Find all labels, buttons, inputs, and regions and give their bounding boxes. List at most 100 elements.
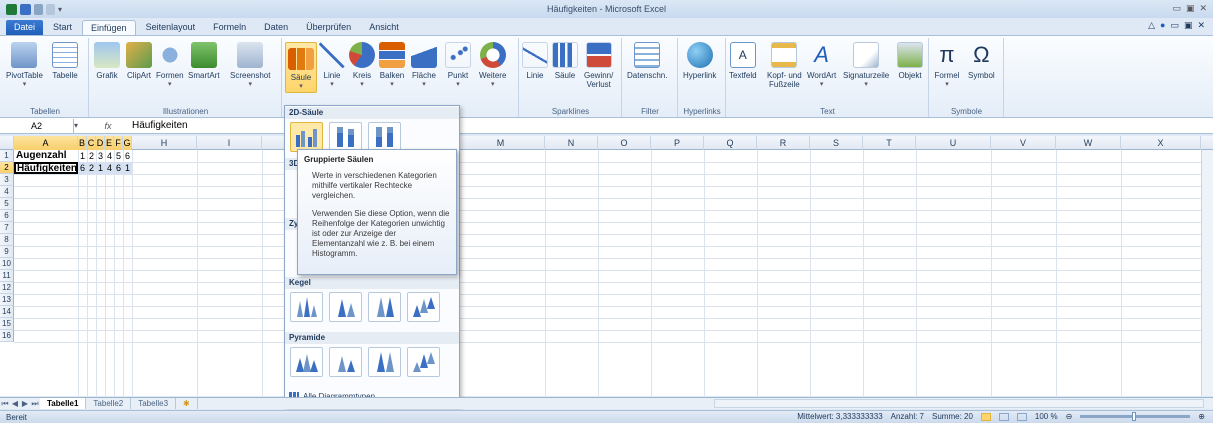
kreis-button[interactable]: Kreis ▾ (349, 42, 375, 89)
row-header-12[interactable]: 12 (0, 282, 14, 294)
cell-e2[interactable]: 4 (105, 162, 114, 174)
pyramid-option-3[interactable] (368, 347, 401, 377)
row-header-6[interactable]: 6 (0, 210, 14, 222)
col-header-n[interactable]: N (545, 136, 598, 150)
formel-button[interactable]: π Formel ▾ (934, 42, 960, 89)
tab-daten[interactable]: Daten (256, 20, 296, 35)
sparkline-gewinn-button[interactable]: Gewinn/ Verlust (584, 42, 613, 89)
objekt-button[interactable]: Objekt (897, 42, 923, 80)
row-header-8[interactable]: 8 (0, 234, 14, 246)
cone-option-4[interactable] (407, 292, 440, 322)
page-break-view-icon[interactable] (1016, 412, 1027, 421)
col-header-t[interactable]: T (863, 136, 916, 150)
namebox-dropdown-icon[interactable]: ▾ (74, 121, 88, 130)
sparkline-linie-button[interactable]: Linie (522, 42, 548, 80)
percent-stacked-column-option[interactable] (368, 122, 401, 152)
row-header-14[interactable]: 14 (0, 306, 14, 318)
linie-button[interactable]: Linie ▾ (319, 42, 345, 89)
clustered-column-option[interactable] (290, 122, 323, 152)
row-header-4[interactable]: 4 (0, 186, 14, 198)
sheet-tab-tabelle3[interactable]: Tabelle3 (131, 398, 177, 409)
col-header-a[interactable]: A (14, 136, 78, 150)
col-header-s[interactable]: S (810, 136, 863, 150)
col-header-b[interactable]: B (78, 136, 87, 150)
prev-sheet-icon[interactable]: ◀ (10, 399, 20, 408)
row-header-13[interactable]: 13 (0, 294, 14, 306)
tab-start[interactable]: Start (45, 20, 80, 35)
cell-f1[interactable]: 5 (114, 150, 123, 162)
tab-ueberpruefen[interactable]: Überprüfen (298, 20, 359, 35)
col-header-q[interactable]: Q (704, 136, 757, 150)
zoom-slider[interactable] (1080, 412, 1191, 421)
cell-a1[interactable]: Augenzahl (16, 150, 78, 162)
minimize-icon[interactable]: ▭ (1172, 3, 1181, 14)
cell-b2[interactable]: 6 (78, 162, 87, 174)
cell-a2[interactable]: Häufigkeiten (14, 162, 78, 174)
pivottable-button[interactable]: PivotTable ▾ (6, 42, 43, 89)
formula-input[interactable]: Häufigkeiten (128, 120, 188, 131)
smartart-button[interactable]: SmartArt (188, 42, 220, 80)
tab-einfuegen[interactable]: Einfügen (82, 20, 136, 35)
col-header-h[interactable]: H (132, 136, 197, 150)
col-header-m[interactable]: M (457, 136, 545, 150)
cell-b1[interactable]: 1 (78, 150, 87, 162)
zoom-level[interactable]: 100 % (1035, 412, 1058, 421)
col-header-u[interactable]: U (916, 136, 991, 150)
ribbon-collapse-icon[interactable]: △ (1148, 20, 1155, 31)
insert-sheet-icon[interactable]: ✱ (176, 398, 198, 409)
col-header-p[interactable]: P (651, 136, 704, 150)
textfeld-button[interactable]: A Textfeld (729, 42, 757, 80)
doc-close-icon[interactable]: ✕ (1197, 20, 1205, 31)
weitere-button[interactable]: Weitere ▾ (479, 42, 506, 89)
cone-option-2[interactable] (329, 292, 362, 322)
select-all-corner[interactable] (0, 136, 14, 150)
row-header-7[interactable]: 7 (0, 222, 14, 234)
cell-d2[interactable]: 1 (96, 162, 105, 174)
cell-c2[interactable]: 2 (87, 162, 96, 174)
cell-e1[interactable]: 4 (105, 150, 114, 162)
cone-option-3[interactable] (368, 292, 401, 322)
tabelle-button[interactable]: Tabelle (52, 42, 78, 80)
doc-minimize-icon[interactable]: ▭ (1170, 20, 1179, 31)
col-header-o[interactable]: O (598, 136, 651, 150)
punkt-button[interactable]: Punkt ▾ (445, 42, 471, 89)
pyramid-option-2[interactable] (329, 347, 362, 377)
cell-g1[interactable]: 6 (123, 150, 132, 162)
doc-restore-icon[interactable]: ▣ (1184, 20, 1193, 31)
row-header-15[interactable]: 15 (0, 318, 14, 330)
row-header-2[interactable]: 2 (0, 162, 14, 174)
cone-option-1[interactable] (290, 292, 323, 322)
wordart-button[interactable]: A WordArt ▾ (807, 42, 836, 89)
row-header-10[interactable]: 10 (0, 258, 14, 270)
row-header-16[interactable]: 16 (0, 330, 14, 342)
col-header-r[interactable]: R (757, 136, 810, 150)
col-header-w[interactable]: W (1056, 136, 1121, 150)
signaturzeile-button[interactable]: Signaturzeile ▾ (843, 42, 889, 89)
col-header-x[interactable]: X (1121, 136, 1201, 150)
page-layout-view-icon[interactable] (998, 412, 1009, 421)
clipart-button[interactable]: ClipArt (126, 42, 152, 80)
kopfzeile-button[interactable]: Kopf- und Fußzeile (767, 42, 802, 89)
insert-function-icon[interactable]: fx (88, 121, 128, 131)
col-header-c[interactable]: C (87, 136, 96, 150)
row-header-11[interactable]: 11 (0, 270, 14, 282)
first-sheet-icon[interactable]: ⏮ (0, 399, 10, 409)
hyperlink-button[interactable]: Hyperlink (683, 42, 716, 80)
cell-d1[interactable]: 3 (96, 150, 105, 162)
zoom-out-icon[interactable]: ⊖ (1066, 412, 1073, 421)
vertical-scrollbar[interactable] (1201, 150, 1213, 396)
tab-formeln[interactable]: Formeln (205, 20, 254, 35)
pyramid-option-4[interactable] (407, 347, 440, 377)
pyramid-option-1[interactable] (290, 347, 323, 377)
cell-g2[interactable]: 1 (123, 162, 132, 174)
normal-view-icon[interactable] (980, 412, 991, 421)
grafik-button[interactable]: Grafik (94, 42, 120, 80)
tab-datei[interactable]: Datei (6, 20, 44, 35)
sheet-tab-tabelle1[interactable]: Tabelle1 (40, 398, 87, 409)
row-header-9[interactable]: 9 (0, 246, 14, 258)
sheet-tab-tabelle2[interactable]: Tabelle2 (86, 398, 132, 409)
zoom-thumb[interactable] (1132, 412, 1137, 421)
last-sheet-icon[interactable]: ⏭ (30, 399, 40, 409)
zoom-in-icon[interactable]: ⊕ (1198, 412, 1205, 421)
flaeche-button[interactable]: Fläche ▾ (411, 42, 437, 89)
